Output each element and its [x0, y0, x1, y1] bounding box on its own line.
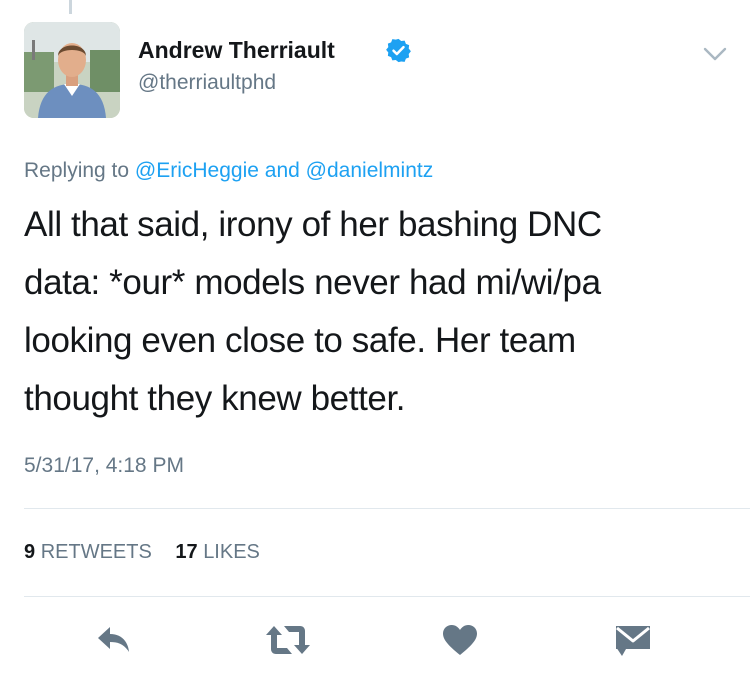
- author-display-name[interactable]: Andrew Therriault: [138, 37, 335, 64]
- mention-link-danielmintz[interactable]: @danielmintz: [306, 159, 434, 182]
- retweets-count: 9: [24, 541, 36, 563]
- direct-message-button[interactable]: [613, 622, 653, 658]
- envelope-icon: [616, 626, 650, 656]
- mention-link-erícheggie[interactable]: @EricHeggie: [135, 159, 259, 182]
- likes-count: 17: [175, 541, 198, 563]
- chevron-down-icon[interactable]: [703, 46, 727, 62]
- divider-top: [24, 508, 750, 509]
- replying-to-prefix: Replying to: [24, 159, 130, 182]
- profile-photo-icon: [24, 22, 120, 118]
- retweets-label: RETWEETS: [40, 541, 152, 563]
- tweet-text: All that said, irony of her bashing DNC …: [24, 205, 602, 418]
- replying-to-line: Replying to @EricHeggie and @danielmintz: [24, 159, 433, 183]
- replying-conjunction: and: [264, 159, 300, 182]
- likes-label: LIKES: [203, 541, 260, 563]
- engagement-stats: 9 RETWEETS 17 LIKES: [24, 541, 278, 564]
- verified-badge-icon: [386, 38, 411, 63]
- thread-connector-line: [69, 0, 72, 14]
- tweet-timestamp[interactable]: 5/31/17, 4:18 PM: [24, 454, 184, 478]
- author-handle[interactable]: @therriaultphd: [138, 71, 276, 95]
- heart-icon: [443, 625, 477, 655]
- reply-button[interactable]: [94, 622, 134, 658]
- retweet-icon: [266, 626, 310, 654]
- likes-stat[interactable]: 17 LIKES: [175, 541, 260, 563]
- divider-bottom: [24, 596, 750, 597]
- avatar[interactable]: [24, 22, 120, 118]
- retweet-button[interactable]: [264, 622, 312, 658]
- reply-icon: [98, 627, 129, 652]
- retweets-stat[interactable]: 9 RETWEETS: [24, 541, 152, 563]
- like-button[interactable]: [441, 622, 479, 658]
